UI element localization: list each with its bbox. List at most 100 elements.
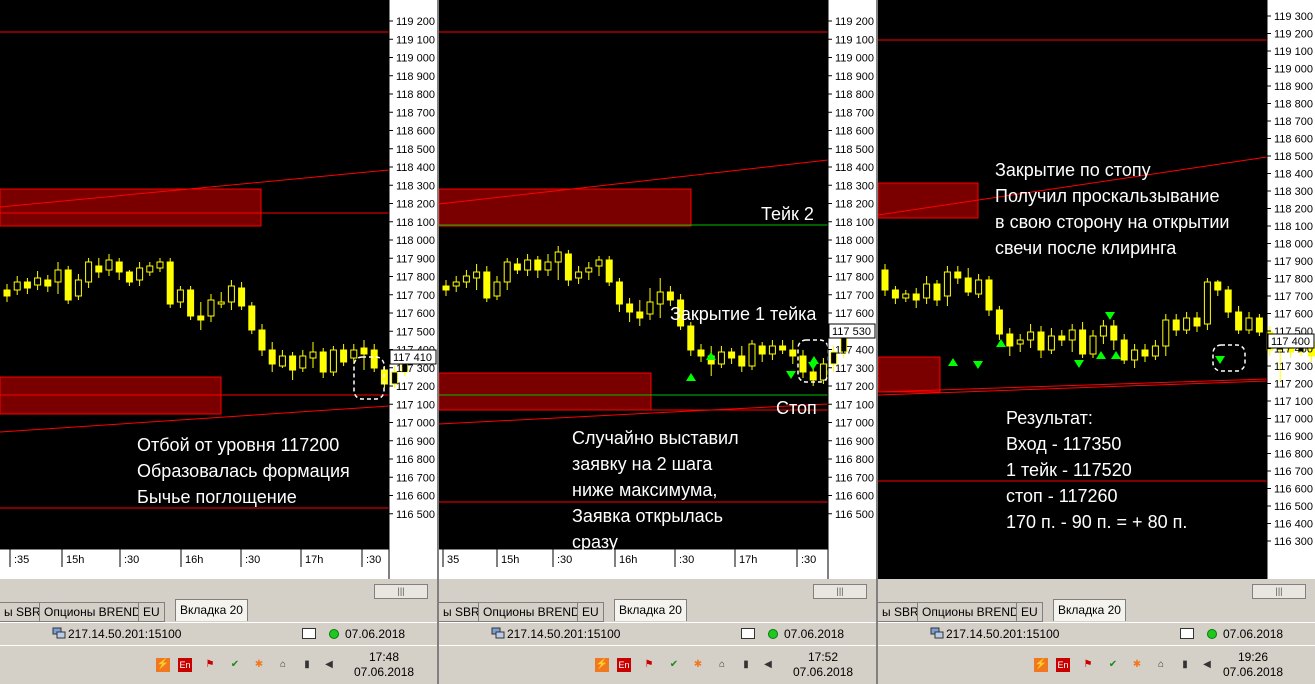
y-tick-label: 117 100 [835, 399, 874, 411]
volume-icon[interactable]: ◀ [761, 658, 775, 672]
chart-area-2[interactable]: 119 200 119 100 119 000 118 900 118 800 118 7… [439, 0, 876, 579]
clock-date: 07.06.2018 [354, 665, 415, 679]
y-tick-label: 116 800 [396, 454, 435, 466]
candle-body [789, 349, 797, 357]
candle-body [1037, 331, 1045, 351]
x-tick-label: :30 [801, 554, 816, 566]
mail-icon[interactable] [302, 628, 316, 639]
y-tick-label: 119 100 [1274, 46, 1313, 58]
usb-icon[interactable]: ⌂ [276, 658, 290, 672]
chart-area-1[interactable]: 119 200 119 100 119 000 118 900 118 800 118 7… [0, 0, 437, 579]
mail-icon[interactable] [1180, 628, 1194, 639]
candle-body [819, 363, 827, 381]
y-tick-label: 118 500 [1274, 151, 1313, 163]
tab-options-brend[interactable]: Опционы BREND [39, 602, 146, 622]
candle-body [687, 325, 695, 351]
y-tick-label: 117 600 [396, 308, 435, 320]
shield-icon[interactable]: ✔ [667, 658, 681, 672]
y-tick-label: 117 100 [396, 399, 435, 411]
candle-body [1089, 335, 1097, 355]
y-tick-label: 119 200 [835, 16, 874, 28]
y-tick-label: 117 000 [396, 418, 435, 430]
shield-icon[interactable]: ✔ [228, 658, 242, 672]
tab-vkladka-20[interactable]: Вкладка 20 [1053, 599, 1126, 621]
language-indicator-icon[interactable]: En [617, 658, 631, 672]
flag-icon[interactable]: ⚑ [642, 658, 656, 672]
candle-body [636, 311, 644, 319]
flag-icon[interactable]: ⚑ [1081, 658, 1095, 672]
tab-options-brend[interactable]: Опционы BREND [478, 602, 585, 622]
usb-icon[interactable]: ⌂ [1154, 658, 1168, 672]
mail-icon[interactable] [741, 628, 755, 639]
candle-body [748, 343, 756, 367]
system-clock[interactable]: 17:48 07.06.2018 [354, 650, 414, 680]
system-clock[interactable]: 19:26 07.06.2018 [1223, 650, 1283, 680]
y-tick-label: 118 600 [396, 126, 435, 138]
candle-body [309, 351, 317, 359]
status-bar: 217.14.50.201:15100 07.06.2018 [878, 622, 1315, 645]
candle-body [891, 289, 899, 299]
support-resistance-zone [439, 188, 692, 227]
annotation-line: 170 п. - 90 п. = + 80 п. [1006, 512, 1188, 532]
app-tray-icon[interactable]: ⚡ [156, 658, 170, 672]
candle-body [146, 265, 154, 273]
y-tick-label: 118 400 [396, 162, 435, 174]
y-tick-label: 118 200 [1274, 204, 1313, 216]
support-resistance-zone [439, 372, 652, 411]
volume-icon[interactable]: ◀ [1200, 658, 1214, 672]
clock-time: 19:26 [1237, 650, 1269, 664]
app-tray-icon[interactable]: ⚡ [1034, 658, 1048, 672]
language-indicator-icon[interactable]: En [1056, 658, 1070, 672]
status-date: 07.06.2018 [345, 627, 406, 641]
scrollbar-thumb[interactable]: ||| [374, 584, 428, 599]
x-tick-label: 16h [185, 554, 203, 566]
candle-body [544, 261, 552, 271]
annotation-line: заявку на 2 шага [572, 454, 713, 474]
x-tick-label: :30 [679, 554, 694, 566]
candle-body [125, 271, 133, 283]
x-tick-label: 16h [619, 554, 637, 566]
annotation-line: свечи после клиринга [995, 238, 1177, 258]
y-tick-label: 116 900 [396, 436, 435, 448]
usb-icon[interactable]: ⌂ [715, 658, 729, 672]
shield-icon[interactable]: ✔ [1106, 658, 1120, 672]
candle-body [115, 261, 123, 273]
scrollbar-thumb[interactable]: ||| [813, 584, 867, 599]
flag-icon[interactable]: ⚑ [203, 658, 217, 672]
antivirus-icon[interactable]: ✱ [1130, 658, 1144, 672]
tab-eu[interactable]: EU [138, 602, 165, 622]
language-indicator-icon[interactable]: En [178, 658, 192, 672]
chart-area-3[interactable]: 119 300 119 200 119 100 119 000 118 900 118 8… [878, 0, 1315, 579]
candle-body [738, 355, 746, 367]
tab-vkladka-20[interactable]: Вкладка 20 [175, 599, 248, 621]
y-tick-label: 117 800 [835, 272, 874, 284]
candle-body [197, 315, 205, 321]
candle-body [176, 289, 184, 303]
signal-icon[interactable]: ▮ [739, 658, 753, 672]
signal-icon[interactable]: ▮ [1178, 658, 1192, 672]
connection-status-icon [1207, 629, 1217, 639]
candle-body [350, 349, 358, 359]
x-tick-label: 35 [447, 554, 459, 566]
tab-vkladka-20[interactable]: Вкладка 20 [614, 599, 687, 621]
candle-body [943, 271, 951, 297]
system-clock[interactable]: 17:52 07.06.2018 [793, 650, 853, 680]
candle-body [656, 291, 664, 305]
scrollbar-thumb[interactable]: ||| [1252, 584, 1306, 599]
antivirus-icon[interactable]: ✱ [252, 658, 266, 672]
candle-body [1203, 281, 1211, 325]
volume-icon[interactable]: ◀ [322, 658, 336, 672]
signal-icon[interactable]: ▮ [300, 658, 314, 672]
y-tick-label: 116 700 [835, 472, 874, 484]
y-tick-label: 117 400 [835, 345, 874, 357]
app-tray-icon[interactable]: ⚡ [595, 658, 609, 672]
tab-eu[interactable]: EU [1016, 602, 1043, 622]
antivirus-icon[interactable]: ✱ [691, 658, 705, 672]
tab-options-brend[interactable]: Опционы BREND [917, 602, 1024, 622]
x-tick-label: :30 [366, 554, 381, 566]
y-tick-label: 118 600 [1274, 134, 1313, 146]
candle-body [44, 279, 52, 287]
y-tick-label: 117 700 [835, 290, 874, 302]
candle-body [1224, 289, 1232, 313]
tab-eu[interactable]: EU [577, 602, 604, 622]
